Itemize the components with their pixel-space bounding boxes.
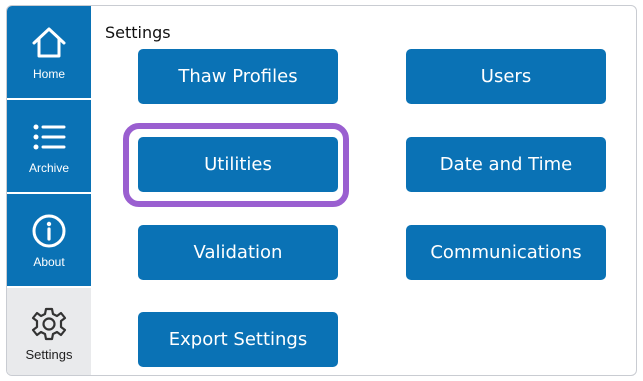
sidebar-item-settings[interactable]: Settings [7, 288, 91, 375]
sidebar-item-label: Settings [25, 346, 73, 362]
sidebar-item-label: About [33, 255, 65, 269]
communications-button[interactable]: Communications [406, 225, 606, 280]
home-icon [32, 27, 66, 58]
info-icon [32, 214, 66, 248]
app-window: Home Archive About Settings Settings Tha… [6, 5, 637, 376]
sidebar-item-label: Home [32, 67, 65, 81]
users-button[interactable]: Users [406, 49, 606, 104]
utilities-button[interactable]: Utilities [138, 137, 338, 192]
date-and-time-button[interactable]: Date and Time [406, 137, 606, 192]
validation-button[interactable]: Validation [138, 225, 338, 280]
page-title: Settings [105, 23, 171, 42]
sidebar-item-label: Archive [28, 161, 69, 175]
sidebar-item-home[interactable]: Home [7, 6, 91, 98]
gear-icon [31, 307, 67, 340]
thaw-profiles-button[interactable]: Thaw Profiles [138, 49, 338, 104]
list-icon [33, 124, 66, 150]
export-settings-button[interactable]: Export Settings [138, 312, 338, 367]
sidebar-item-about[interactable]: About [7, 194, 91, 286]
sidebar: Home Archive About Settings [7, 6, 91, 375]
sidebar-item-archive[interactable]: Archive [7, 100, 91, 192]
